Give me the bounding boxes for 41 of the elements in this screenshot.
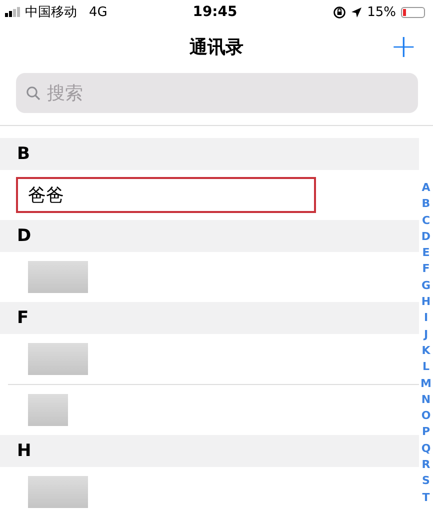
index-letter[interactable]: D bbox=[421, 228, 431, 246]
index-letter[interactable]: I bbox=[424, 310, 428, 327]
contact-name[interactable]: 爸爸 bbox=[16, 177, 316, 213]
redacted-name bbox=[28, 394, 68, 426]
index-letter[interactable]: L bbox=[422, 359, 430, 376]
section-letter: F bbox=[17, 308, 29, 328]
clock-time: 19:45 bbox=[192, 4, 238, 20]
redacted-name bbox=[28, 261, 88, 293]
index-letter[interactable]: S bbox=[422, 473, 430, 490]
location-arrow-icon bbox=[351, 6, 362, 18]
index-letter[interactable]: C bbox=[422, 212, 430, 229]
index-letter[interactable]: G bbox=[421, 278, 431, 294]
index-letter[interactable]: M bbox=[420, 376, 432, 392]
redacted-name bbox=[28, 476, 88, 508]
section-letter: D bbox=[17, 226, 32, 246]
signal-icon bbox=[5, 7, 21, 17]
redacted-name bbox=[28, 343, 88, 375]
index-letter[interactable]: R bbox=[422, 457, 430, 474]
index-letter[interactable]: K bbox=[422, 342, 430, 360]
index-letter[interactable]: O bbox=[421, 408, 431, 424]
add-button[interactable]: + bbox=[386, 26, 421, 66]
carrier-name: 中国移动 bbox=[25, 4, 77, 21]
index-letter[interactable]: T bbox=[422, 490, 430, 506]
index-letter[interactable]: A bbox=[422, 180, 430, 196]
page-title: 通讯录 bbox=[190, 36, 244, 59]
index-letter[interactable]: H bbox=[421, 294, 431, 310]
rotation-lock-icon bbox=[333, 6, 346, 18]
section-letter: H bbox=[17, 441, 32, 461]
index-letter[interactable]: B bbox=[422, 196, 430, 213]
index-letter[interactable]: J bbox=[424, 326, 428, 343]
index-letter[interactable]: P bbox=[422, 424, 430, 441]
index-letter[interactable]: Q bbox=[421, 440, 431, 458]
battery-percent: 15% bbox=[367, 4, 396, 20]
battery-icon bbox=[400, 6, 425, 18]
search-icon bbox=[26, 86, 41, 101]
index-letter[interactable]: E bbox=[422, 245, 430, 262]
section-letter: B bbox=[17, 144, 30, 164]
search-field[interactable]: 搜索 bbox=[16, 73, 418, 113]
network-type: 4G bbox=[89, 4, 108, 20]
index-letter[interactable]: N bbox=[421, 392, 431, 408]
index-letter[interactable]: F bbox=[422, 261, 430, 278]
